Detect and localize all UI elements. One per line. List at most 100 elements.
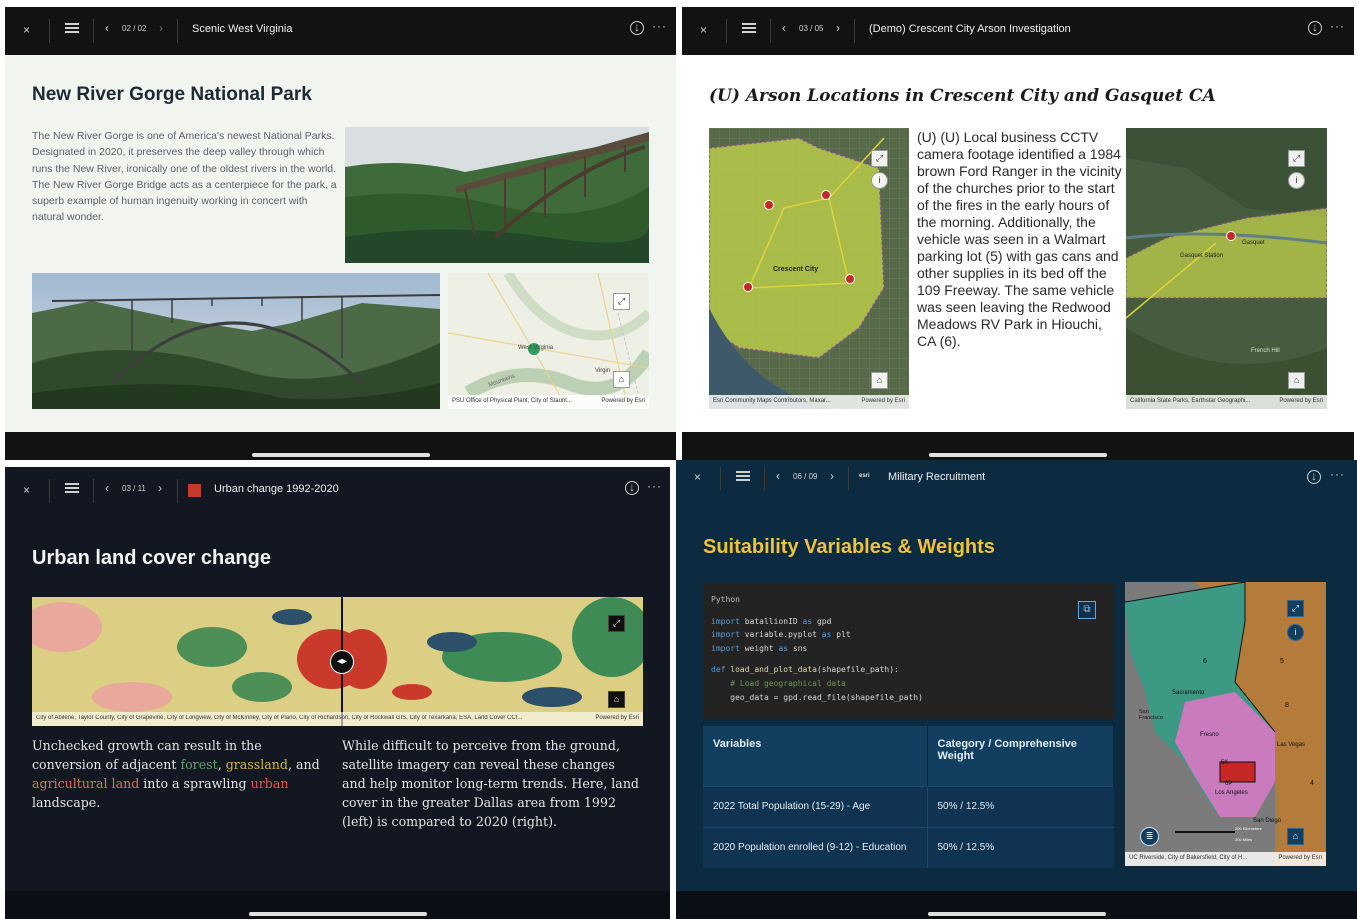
previous-slide-icon[interactable]: ‹ — [776, 469, 780, 483]
california-recruitment-map[interactable]: Sacramento San Francisco Los Angeles Las… — [1125, 582, 1326, 866]
column-header-variables: Variables — [703, 726, 928, 786]
west-virginia-map[interactable]: West Virginia Virgin Mountains ⤢ ⌂ PSU O… — [448, 273, 649, 409]
divider — [93, 479, 94, 503]
map-info-icon[interactable]: i — [1288, 172, 1305, 189]
table-of-contents-icon[interactable] — [742, 21, 756, 35]
home-indicator[interactable] — [248, 912, 427, 916]
story-title: Military Recruitment — [888, 471, 986, 483]
more-options-icon[interactable]: ··· — [652, 19, 667, 33]
map-home-icon[interactable]: ⌂ — [613, 371, 630, 388]
code-token: def — [711, 665, 726, 675]
table-of-contents-icon[interactable] — [65, 481, 79, 495]
code-token: sns — [788, 643, 808, 653]
previous-slide-icon[interactable]: ‹ — [782, 21, 786, 35]
previous-slide-icon[interactable]: ‹ — [105, 481, 109, 495]
map-label-gasquet: Gasquet — [1242, 240, 1265, 246]
code-token: import — [711, 643, 740, 653]
powered-by-esri[interactable]: Powered by Esri — [861, 398, 905, 406]
download-icon[interactable]: ↓ — [630, 21, 644, 35]
arson-marker[interactable] — [1226, 231, 1236, 241]
map-attribution: Esri Community Maps Contributors, Maxar.… — [709, 395, 909, 409]
close-icon[interactable]: × — [23, 23, 30, 37]
powered-by-esri[interactable]: Powered by Esri — [1278, 855, 1322, 863]
table-cell: 50% / 12.5% — [927, 826, 1114, 868]
more-options-icon[interactable]: ··· — [647, 479, 662, 493]
table-of-contents-icon[interactable] — [65, 21, 79, 35]
map-label-san-diego: San Diego — [1253, 818, 1282, 824]
arson-marker[interactable] — [764, 200, 774, 210]
slide-heading: Urban land cover change — [32, 547, 271, 569]
story-panel-military-recruitment: × ‹ 06 / 09 › esri Military Recruitment … — [676, 460, 1357, 919]
slide-counter: 03 / 05 — [799, 24, 824, 33]
map-info-icon[interactable]: i — [1287, 624, 1304, 641]
divider — [726, 19, 727, 43]
table-cell: 2022 Total Population (15-29) - Age — [703, 785, 928, 827]
powered-by-esri[interactable]: Powered by Esri — [1279, 398, 1323, 406]
attribution-text: California State Parks, Earthstar Geogra… — [1130, 398, 1251, 404]
home-indicator[interactable] — [251, 453, 430, 457]
powered-by-esri[interactable]: Powered by Esri — [601, 398, 645, 406]
map-number-label: 8 — [1285, 702, 1289, 709]
download-icon[interactable]: ↓ — [625, 481, 639, 495]
divider — [177, 19, 178, 43]
map-label-crescent-city: Crescent City — [773, 266, 819, 273]
more-options-icon[interactable]: ··· — [1330, 467, 1345, 481]
previous-slide-icon[interactable]: ‹ — [105, 21, 109, 35]
expand-map-icon[interactable]: ⤢ — [608, 615, 625, 632]
code-token: as — [821, 630, 832, 640]
crescent-city-map[interactable]: Crescent City ⤢ i ⌂ Esri Community Maps … — [709, 128, 909, 409]
bridge-photo-side-view — [345, 127, 649, 263]
download-icon[interactable]: ↓ — [1307, 470, 1321, 484]
close-icon[interactable]: × — [700, 23, 707, 37]
map-home-icon[interactable]: ⌂ — [871, 372, 888, 389]
divider — [848, 466, 849, 490]
home-indicator[interactable] — [929, 453, 1107, 457]
code-line: import batallionID as gpd — [711, 615, 1106, 629]
expand-map-icon[interactable]: ⤢ — [1287, 600, 1304, 617]
divider — [93, 19, 94, 43]
attribution-text: PSU Office of Physical Plant, City of St… — [452, 398, 572, 404]
next-slide-icon[interactable]: › — [158, 481, 162, 495]
land-cover-swipe-map[interactable]: ◂▸ ⤢ ⌂ City of Abilene, Taylor County, C… — [32, 597, 643, 726]
arson-marker[interactable] — [845, 274, 855, 284]
expand-map-icon[interactable]: ⤢ — [613, 293, 630, 310]
code-token: weight — [739, 643, 779, 653]
next-slide-icon[interactable]: › — [836, 21, 840, 35]
copy-code-icon[interactable]: ⧉ — [1078, 601, 1096, 619]
slide-body-text: The New River Gorge is one of America's … — [32, 130, 337, 224]
more-options-icon[interactable]: ··· — [1330, 19, 1345, 33]
powered-by-esri[interactable]: Powered by Esri — [595, 715, 639, 723]
variables-table: Variables Category / Comprehensive Weigh… — [703, 726, 1114, 868]
expand-map-icon[interactable]: ⤢ — [871, 150, 888, 167]
divider — [49, 479, 50, 503]
map-legend-icon[interactable]: ≣ — [1140, 827, 1159, 846]
map-home-icon[interactable]: ⌂ — [608, 691, 625, 708]
arson-marker[interactable] — [743, 282, 753, 292]
map-label-virginia: Virgin — [595, 368, 611, 374]
map-home-icon[interactable]: ⌂ — [1288, 372, 1305, 389]
code-line: # Load geographical data — [711, 678, 846, 688]
divider — [720, 466, 721, 490]
arson-marker[interactable] — [821, 190, 831, 200]
code-token: load_and_plot_data — [725, 665, 817, 675]
code-line: def load_and_plot_data(shapefile_path): — [711, 663, 1106, 677]
map-info-icon[interactable]: i — [871, 172, 888, 189]
expand-map-icon[interactable]: ⤢ — [1288, 150, 1305, 167]
map-home-icon[interactable]: ⌂ — [1287, 828, 1304, 845]
table-of-contents-icon[interactable] — [736, 469, 750, 483]
code-token: gpd — [812, 616, 832, 626]
download-icon[interactable]: ↓ — [1308, 21, 1322, 35]
code-token: (shapefile_path): — [816, 665, 899, 675]
map-attribution: City of Abilene, Taylor County, City of … — [32, 712, 643, 726]
close-icon[interactable]: × — [694, 470, 701, 484]
map-number-label: 6 — [1203, 658, 1207, 665]
gasquet-map[interactable]: Gasquet Gasquet Station French Hill ⤢ i … — [1126, 128, 1327, 409]
close-icon[interactable]: × — [23, 483, 30, 497]
next-slide-icon[interactable]: › — [830, 469, 834, 483]
swipe-handle-icon[interactable]: ◂▸ — [330, 650, 354, 674]
next-slide-icon[interactable]: › — [159, 21, 163, 35]
esri-logo: esri — [859, 473, 870, 479]
map-label-los-angeles: Los Angeles — [1215, 790, 1248, 796]
column-header-weight: Category / Comprehensive Weight — [927, 726, 1114, 786]
home-indicator[interactable] — [927, 912, 1106, 916]
